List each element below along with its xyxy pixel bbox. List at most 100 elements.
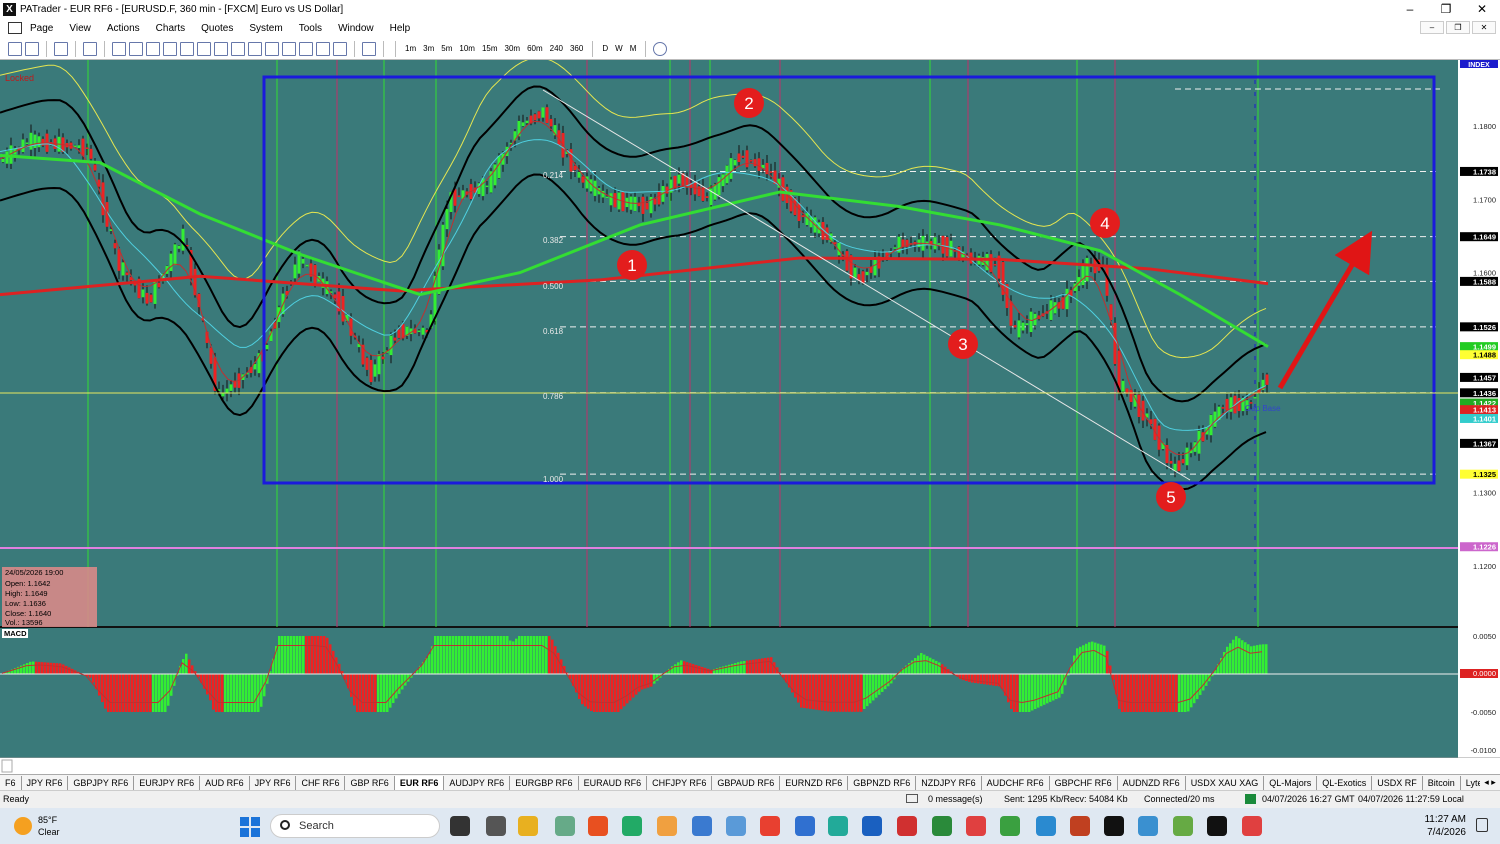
timeframe-3m[interactable]: 3m [421,44,436,53]
chart-tab[interactable]: CHF RF6 [296,775,346,790]
excel-icon[interactable] [932,816,952,836]
chart-tab[interactable]: QL-Exotics [1317,775,1373,790]
chart-tab[interactable]: Bitcoin [1423,775,1461,790]
photos-icon[interactable] [726,816,746,836]
timeframe-d[interactable]: D [600,44,610,53]
start-button[interactable] [240,817,260,837]
pattern-tool-icon[interactable] [316,41,330,56]
chart-tab[interactable]: EURAUD RF6 [579,775,648,790]
timeframe-30m[interactable]: 30m [503,44,523,53]
chart-tool-icon[interactable] [54,41,68,56]
hline-tool-icon[interactable] [129,41,143,56]
chart-tab[interactable]: F6 [0,775,22,790]
firefox-icon[interactable] [657,816,677,836]
chrome2-icon[interactable] [1242,816,1262,836]
app-box-icon[interactable] [1070,816,1090,836]
chart-tab[interactable]: NZDJPY RF6 [916,775,982,790]
chart-tab[interactable]: AUDCHF RF6 [982,775,1050,790]
timeframe-360[interactable]: 360 [568,44,585,53]
media-player-icon[interactable] [1207,816,1227,836]
elliott-tool-icon[interactable] [333,41,347,56]
gann-tool-icon[interactable] [282,41,296,56]
patrader-icon[interactable] [622,816,642,836]
crosshair-tool-icon[interactable] [83,41,97,56]
minimize-button[interactable]: – [1392,0,1428,18]
chart-tab[interactable]: GBPJPY RF6 [68,775,135,790]
system-clock[interactable]: 11:27 AM 7/4/2026 [1424,813,1466,839]
timeframe-w[interactable]: W [613,44,625,53]
app-c2-icon[interactable] [1000,816,1020,836]
pitchfork-tool-icon[interactable] [248,41,262,56]
chart-area[interactable]: Locked 0.214 0.382 0.500 0.618 0.786 1.000 1 2… [0,57,1500,774]
fib-tool-icon[interactable] [214,41,228,56]
timeframe-10m[interactable]: 10m [457,44,477,53]
app-s-icon[interactable] [760,816,780,836]
menu-quotes[interactable]: Quotes [193,23,241,34]
chart-tab[interactable]: JPY RF6 [250,775,297,790]
telegram-icon[interactable] [1036,816,1056,836]
mdi-restore-button[interactable]: ❐ [1446,21,1470,34]
scroll-box[interactable] [1,759,13,773]
mdi-minimize-button[interactable]: – [1420,21,1444,34]
chart-tab[interactable]: USDX XAU XAG [1186,775,1265,790]
fib-ext-tool-icon[interactable] [231,41,245,56]
chart-tab[interactable]: GBPCHF RF6 [1050,775,1118,790]
clock-icon[interactable] [653,41,668,56]
vline-tool-icon[interactable] [146,41,160,56]
menu-actions[interactable]: Actions [99,23,148,34]
menu-system[interactable]: System [241,23,290,34]
chart-tab[interactable]: AUDNZD RF6 [1118,775,1186,790]
text-tool-icon[interactable] [299,41,313,56]
timeframe-5m[interactable]: 5m [439,44,454,53]
menu-help[interactable]: Help [382,23,419,34]
notepad-icon[interactable] [692,816,712,836]
chart-tab[interactable]: GBP RF6 [345,775,395,790]
app-w-icon[interactable] [828,816,848,836]
chart-tab[interactable]: GBPNZD RF6 [848,775,917,790]
menu-view[interactable]: View [61,23,99,34]
weather-widget[interactable]: 85°F Clear [14,814,60,838]
chart-tab[interactable]: USDX RF [1372,775,1423,790]
timeframe-15m[interactable]: 15m [480,44,500,53]
page-menu-icon[interactable] [8,22,22,34]
unlink-tool-icon[interactable] [25,41,39,56]
timeframe-240[interactable]: 240 [548,44,565,53]
app-cal-icon[interactable] [1138,816,1158,836]
chart-tab[interactable]: AUD RF6 [200,775,250,790]
fan-tool-icon[interactable] [197,41,211,56]
trendline-tool-icon[interactable] [163,41,177,56]
search-box[interactable]: Search [270,814,440,838]
timeframe-m[interactable]: M [628,44,639,53]
timeframe-60m[interactable]: 60m [525,44,545,53]
timeframe-1m[interactable]: 1m [403,44,418,53]
app-s2-icon[interactable] [795,816,815,836]
pinned-app-icon[interactable] [555,816,575,836]
app-w2-icon[interactable] [1173,816,1193,836]
pointer-tool-icon[interactable] [112,41,126,56]
menu-tools[interactable]: Tools [291,23,330,34]
chart-tab[interactable]: GBPAUD RF6 [712,775,781,790]
chart-tab[interactable]: AUDJPY RF6 [444,775,511,790]
close-button[interactable]: ✕ [1464,0,1500,18]
menu-window[interactable]: Window [330,23,382,34]
outlook-icon[interactable] [862,816,882,836]
file-explorer-icon[interactable] [518,816,538,836]
channel-tool-icon[interactable] [180,41,194,56]
chart-tab[interactable]: EURGBP RF6 [510,775,579,790]
maximize-button[interactable]: ❐ [1428,0,1464,18]
tab-scroll-arrows[interactable]: ◂ ▸ [1480,775,1500,790]
cycle-tool-icon[interactable] [265,41,279,56]
message-icon[interactable] [906,794,918,803]
pdf-icon[interactable] [897,816,917,836]
calculator-icon[interactable] [486,816,506,836]
price-chart[interactable]: Locked 0.214 0.382 0.500 0.618 0.786 1.000 1 2… [0,57,1500,774]
chart-tab[interactable]: CHFJPY RF6 [647,775,713,790]
notification-icon[interactable] [1476,818,1488,832]
chart-tab[interactable]: JPY RF6 [22,775,69,790]
chart-tab[interactable]: EUR RF6 [394,775,445,790]
chart-tab[interactable]: EURNZD RF6 [780,775,849,790]
mdi-close-button[interactable]: ✕ [1472,21,1496,34]
chrome-icon[interactable] [588,816,608,836]
menu-charts[interactable]: Charts [148,23,193,34]
chart-tab[interactable]: QL-Majors [1264,775,1318,790]
